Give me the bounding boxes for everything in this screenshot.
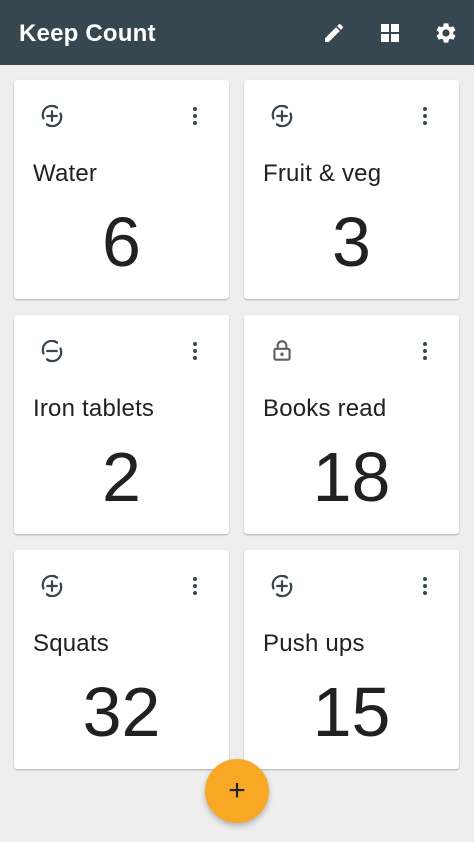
- counter-card[interactable]: Iron tablets 2: [14, 315, 229, 534]
- counter-value[interactable]: 6: [14, 202, 229, 282]
- counter-name: Fruit & veg: [263, 160, 382, 187]
- counter-card[interactable]: Water 6: [14, 80, 229, 299]
- counter-menu-button[interactable]: [409, 572, 441, 604]
- add-counter-button[interactable]: +: [205, 759, 269, 823]
- counter-menu-button[interactable]: [179, 337, 211, 369]
- counter-name: Books read: [263, 395, 387, 422]
- plus-cycle-icon: [268, 572, 296, 605]
- counter-menu-button[interactable]: [179, 572, 211, 604]
- edit-button[interactable]: [318, 17, 350, 49]
- counter-name: Push ups: [263, 630, 365, 657]
- more-vert-icon: [183, 574, 207, 603]
- pencil-icon: [325, 23, 344, 42]
- plus-cycle-icon: [38, 572, 66, 605]
- counter-value[interactable]: 18: [244, 437, 459, 517]
- counter-card[interactable]: Fruit & veg 3: [244, 80, 459, 299]
- counter-name: Iron tablets: [33, 395, 155, 422]
- counter-card[interactable]: Books read 18: [244, 315, 459, 534]
- counter-mode-button[interactable]: [266, 102, 298, 134]
- more-vert-icon: [413, 574, 437, 603]
- counter-mode-button[interactable]: [266, 337, 298, 369]
- minus-cycle-icon: [38, 337, 66, 370]
- counter-value[interactable]: 32: [14, 672, 229, 752]
- plus-cycle-icon: [38, 102, 66, 135]
- settings-button[interactable]: [430, 17, 462, 49]
- gear-icon: [436, 23, 456, 43]
- counter-mode-button[interactable]: [266, 572, 298, 604]
- more-vert-icon: [183, 339, 207, 368]
- counter-mode-button[interactable]: [36, 572, 68, 604]
- layout-button[interactable]: [374, 17, 406, 49]
- more-vert-icon: [413, 104, 437, 133]
- counter-card[interactable]: Squats 32: [14, 550, 229, 769]
- lock-icon: [269, 338, 295, 369]
- counter-name: Squats: [33, 630, 109, 657]
- more-vert-icon: [413, 339, 437, 368]
- counter-value[interactable]: 15: [244, 672, 459, 752]
- counter-menu-button[interactable]: [179, 102, 211, 134]
- counter-value[interactable]: 3: [244, 202, 459, 282]
- plus-icon: +: [228, 774, 246, 807]
- counter-name: Water: [33, 160, 98, 187]
- plus-cycle-icon: [268, 102, 296, 135]
- counter-menu-button[interactable]: [409, 337, 441, 369]
- app-title: Keep Count: [19, 20, 156, 47]
- counter-value[interactable]: 2: [14, 437, 229, 517]
- counter-mode-button[interactable]: [36, 102, 68, 134]
- counter-card[interactable]: Push ups 15: [244, 550, 459, 769]
- counter-mode-button[interactable]: [36, 337, 68, 369]
- app-bar: Keep Count: [0, 0, 474, 65]
- counter-menu-button[interactable]: [409, 102, 441, 134]
- grid-view-icon: [381, 24, 399, 42]
- more-vert-icon: [183, 104, 207, 133]
